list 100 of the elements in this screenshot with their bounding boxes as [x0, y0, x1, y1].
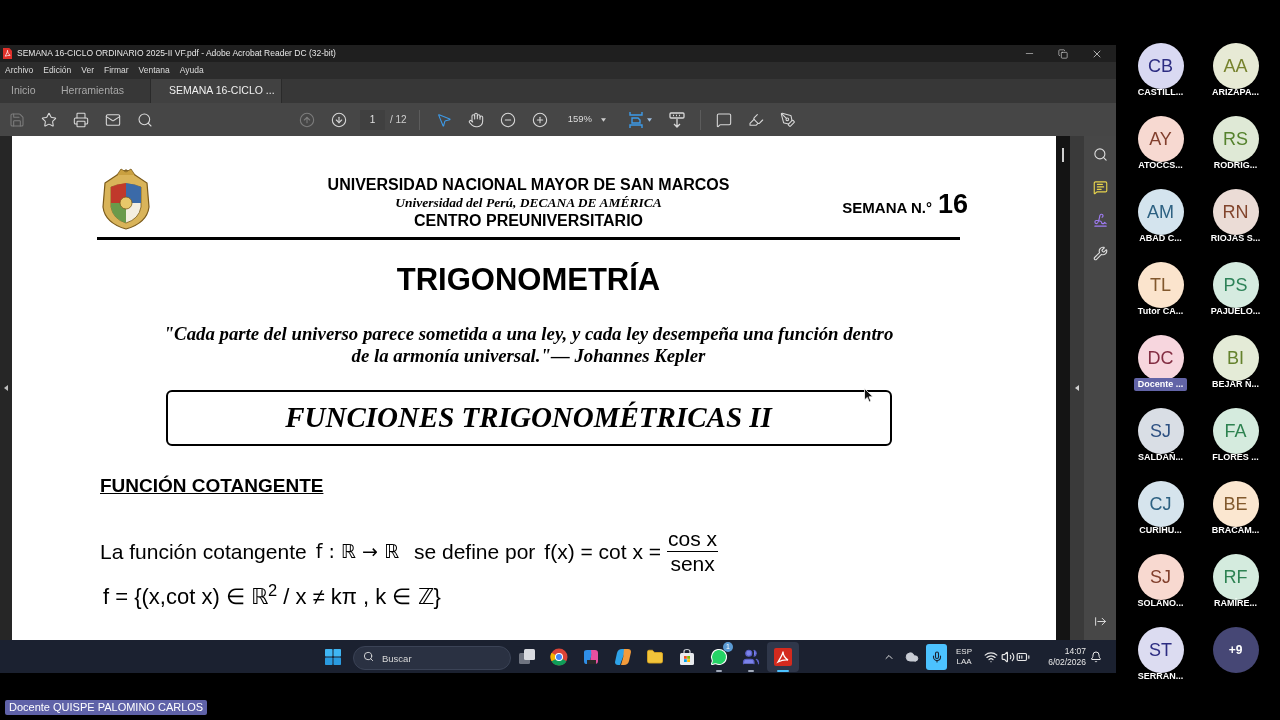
keyboard-layout[interactable]: LAA: [956, 656, 972, 667]
scroll-mode-icon[interactable]: [668, 111, 685, 128]
highlighter-icon[interactable]: [747, 111, 764, 128]
wrench-icon[interactable]: [1092, 246, 1108, 261]
pen-nib-icon[interactable]: [779, 111, 796, 128]
page-count: / 12: [390, 113, 407, 127]
search-field[interactable]: Buscar: [353, 646, 511, 670]
quote: "Cada parte del universo parece sometida a una ley, y cada ley desempeña una función dentro de la armonía universal."— Johannes Kepler: [163, 323, 894, 367]
wifi-icon[interactable]: [984, 649, 998, 664]
participant-name: RAMÍRE...: [1214, 597, 1257, 610]
avatar[interactable]: CB: [1137, 43, 1184, 89]
star-icon[interactable]: [41, 111, 57, 128]
math-expression: f(x) = cot x =: [544, 538, 662, 565]
avatar[interactable]: RN: [1212, 189, 1259, 235]
fraction-numerator: cos x: [667, 527, 719, 552]
cloud-icon[interactable]: [905, 649, 919, 664]
participant-name: CASTILL...: [1137, 86, 1184, 99]
collapse-left-icon[interactable]: [1075, 385, 1079, 391]
zoom-field[interactable]: 159%: [559, 108, 612, 131]
ring-logo-icon[interactable]: [550, 647, 568, 666]
menu-item[interactable]: Edición: [43, 64, 72, 77]
fraction-denominator: senx: [670, 552, 715, 576]
microphone-icon[interactable]: [926, 643, 947, 670]
people-icon[interactable]: [742, 647, 760, 666]
math-expression: f = {(x,cot x) ∈ ℝ$^{2}$ / x ≠ kπ , k ∈ ℤ}: [103, 582, 441, 611]
avatar[interactable]: SJ: [1137, 408, 1184, 454]
collapse-left-icon[interactable]: [4, 385, 8, 391]
avatar[interactable]: BI: [1212, 335, 1259, 381]
scrollbar-thumb[interactable]: [1062, 148, 1064, 162]
more-participants-button[interactable]: +9: [1212, 627, 1259, 673]
next-page-icon[interactable]: [331, 111, 347, 128]
fit-page-icon[interactable]: [627, 110, 644, 129]
four-squares-icon[interactable]: [325, 648, 341, 665]
avatar[interactable]: BE: [1212, 481, 1259, 527]
mouse-pointer-icon: [864, 388, 874, 403]
caret-icon: [600, 117, 606, 122]
title-box: FUNCIONES TRIGONOMÉTRICAS II: [165, 390, 892, 446]
participant-name: FLORES ...: [1212, 451, 1259, 464]
document-title: TRIGONOMETRÍA: [396, 262, 661, 298]
pdf-app-icon[interactable]: [774, 647, 792, 666]
restore-icon[interactable]: [1058, 48, 1068, 59]
tiles-logo-icon[interactable]: [582, 647, 600, 666]
comment-icon[interactable]: [715, 111, 732, 128]
center-name: CENTRO PREUNIVERSITARIO: [413, 212, 644, 230]
shopping-bag-icon[interactable]: [678, 647, 696, 666]
chat-bubble-icon[interactable]: [710, 647, 728, 666]
participant-name: CURIHU...: [1139, 524, 1182, 537]
avatar[interactable]: ST: [1137, 627, 1184, 673]
pointer-icon[interactable]: [435, 111, 452, 128]
avatar[interactable]: RS: [1212, 116, 1259, 162]
volume-icon[interactable]: [1001, 649, 1015, 664]
section-heading: FUNCIÓN COTANGENTE: [100, 475, 324, 497]
arrow-from-line-icon[interactable]: [1093, 614, 1107, 628]
clock-date[interactable]: 6/02/2026: [1048, 656, 1086, 668]
presenter-name-label: Docente QUISPE PALOMINO CARLOS: [5, 700, 208, 715]
window-title: SEMANA 16-CICLO ORDINARIO 2025-II VF.pdf - Adobe Acrobat Reader DC (32-bit): [17, 47, 336, 60]
search-icon[interactable]: [137, 111, 153, 128]
avatar[interactable]: FA: [1212, 408, 1259, 454]
avatar[interactable]: AY: [1137, 116, 1184, 162]
menu-item[interactable]: Archivo: [5, 64, 34, 77]
menu-item[interactable]: Ventana: [138, 64, 170, 77]
overlapping-windows-icon[interactable]: [518, 647, 536, 666]
avatar[interactable]: AA: [1212, 43, 1259, 89]
avatar[interactable]: CJ: [1137, 481, 1184, 527]
search-icon: [363, 650, 374, 662]
taskbar-button[interactable]: [767, 641, 799, 672]
avatar[interactable]: TL: [1137, 262, 1184, 308]
hand-icon[interactable]: [467, 111, 484, 128]
participant-name: Docente ...: [1133, 378, 1188, 391]
zoom-out-icon[interactable]: [499, 111, 516, 128]
caret-icon: [646, 117, 652, 122]
participant-name: ABAD C...: [1139, 232, 1182, 245]
print-icon[interactable]: [73, 111, 89, 128]
participant-name: BRACAM...: [1211, 524, 1260, 537]
menu-item[interactable]: Ver: [81, 64, 94, 77]
avatar[interactable]: AM: [1137, 189, 1184, 235]
avatar[interactable]: RF: [1212, 554, 1259, 600]
avatar[interactable]: DC: [1137, 335, 1184, 381]
avatar[interactable]: SJ: [1137, 554, 1184, 600]
folder-icon[interactable]: [646, 647, 664, 666]
signature-icon[interactable]: [1092, 213, 1108, 228]
math-expression: f : ℝ → ℝ: [315, 539, 399, 565]
zoom-in-icon[interactable]: [531, 111, 548, 128]
mail-icon[interactable]: [105, 111, 121, 128]
menu-item[interactable]: Firmar: [104, 64, 129, 77]
tab[interactable]: SEMANA 16-CICLO ...: [150, 79, 282, 103]
bell-icon[interactable]: [1090, 650, 1102, 663]
avatar[interactable]: PS: [1212, 262, 1259, 308]
participant-name: BEJAR Ñ...: [1212, 378, 1259, 391]
page-number-field[interactable]: 1: [360, 109, 385, 130]
tab[interactable]: Herramientas: [50, 79, 150, 103]
search-icon[interactable]: [1092, 147, 1108, 162]
swirl-logo-icon[interactable]: [614, 647, 632, 666]
tab[interactable]: Inicio: [0, 79, 50, 103]
participant-name: RIOJAS S...: [1210, 232, 1261, 245]
comment-icon[interactable]: [1092, 180, 1108, 195]
participant-name: ATOCCS...: [1138, 159, 1183, 172]
menu-item[interactable]: Ayuda: [179, 64, 204, 77]
input-language[interactable]: ESP: [956, 646, 972, 657]
clock-time[interactable]: 14:07: [1064, 645, 1086, 657]
